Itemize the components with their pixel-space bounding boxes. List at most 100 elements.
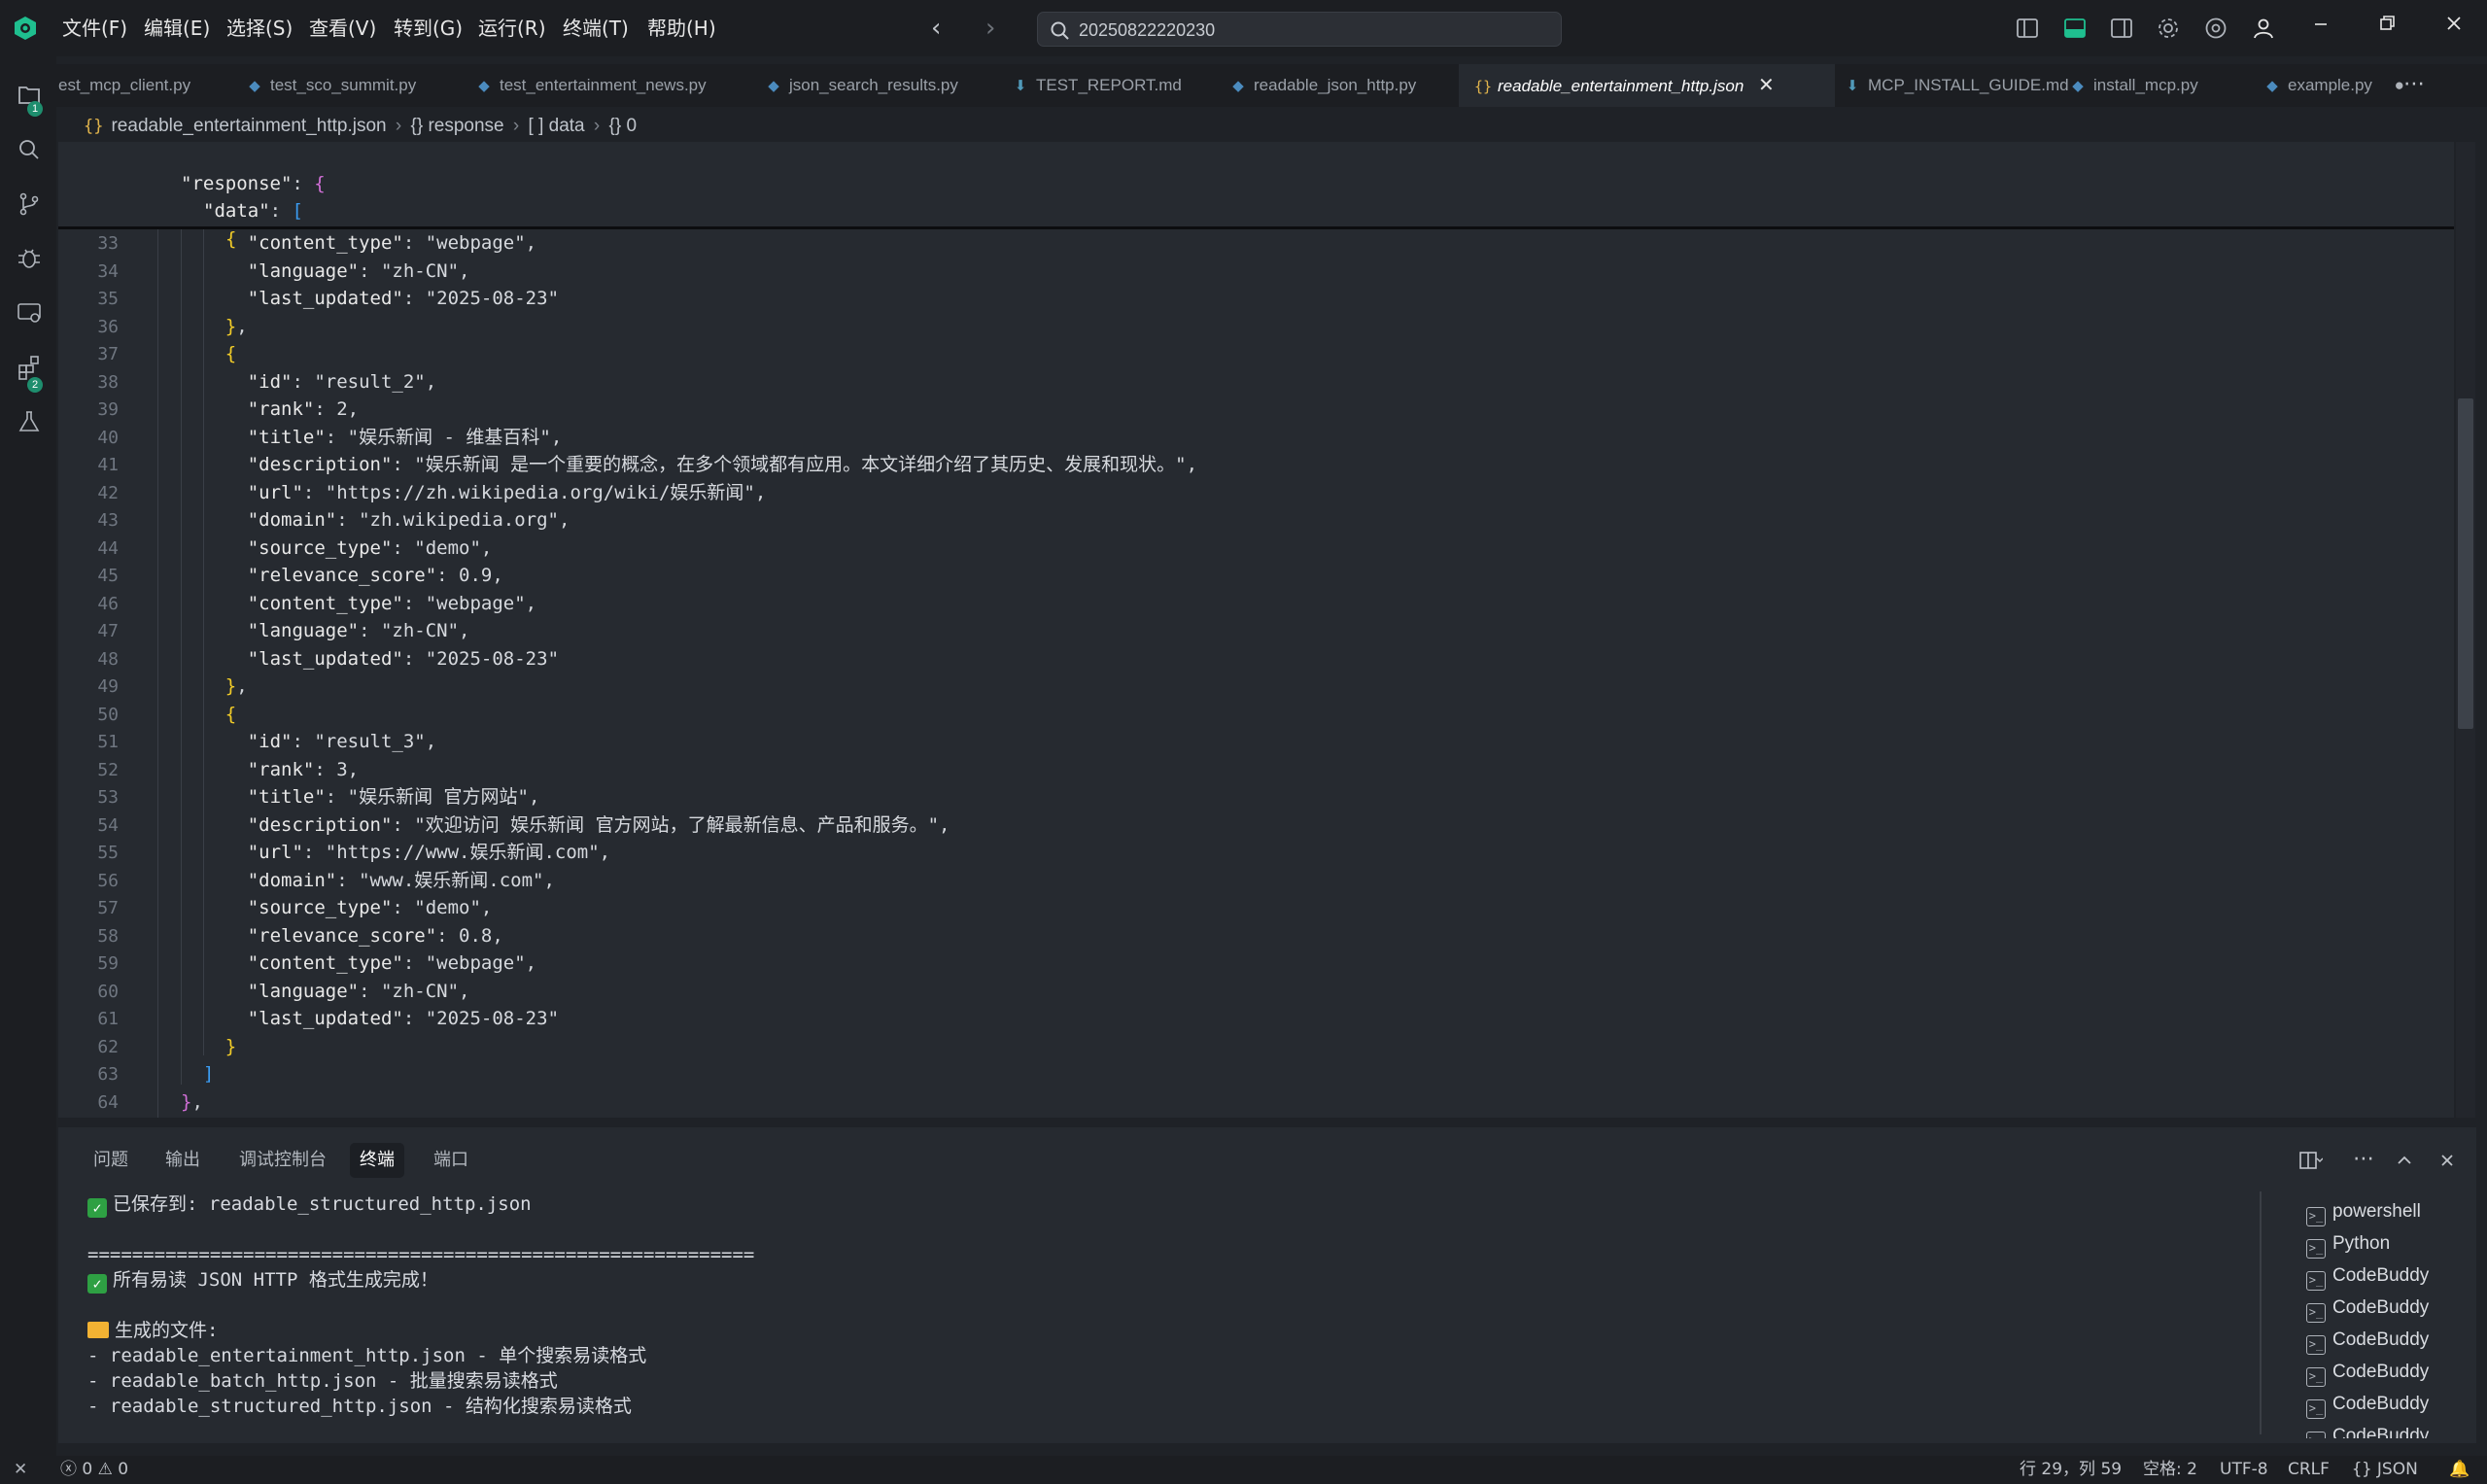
tab-test-report[interactable]: ⬇ TEST_REPORT.md <box>1013 64 1226 107</box>
close-window-icon[interactable] <box>2435 8 2473 41</box>
line-number: 46 <box>97 593 119 614</box>
error-count: 0 <box>82 1460 93 1479</box>
browser-icon[interactable] <box>2203 16 2228 41</box>
tab-mcp-install-guide[interactable]: ⬇ MCP_INSTALL_GUIDE.md <box>1845 64 2097 107</box>
terminal-instance[interactable]: >_ CodeBuddy <box>2306 1420 2429 1438</box>
panel-tab-ports[interactable]: 端口 <box>424 1143 478 1178</box>
maximize-panel-icon[interactable] <box>2391 1147 2418 1174</box>
close-tab-icon[interactable]: ✕ <box>1758 75 1775 96</box>
panel-tab-output[interactable]: 输出 <box>155 1143 210 1178</box>
code-line: 45 "relevance_score": 0.9, <box>58 562 2454 590</box>
code-text: "id": "result_2", <box>247 370 437 393</box>
panel-tab-terminal[interactable]: 终端 <box>350 1143 404 1178</box>
breadcrumb-file[interactable]: readable_entertainment_http.json <box>111 116 386 136</box>
run-debug-icon[interactable] <box>16 245 43 272</box>
breadcrumb-index[interactable]: 0 <box>627 116 638 136</box>
tab-readable-json-http[interactable]: ◆ readable_json_http.py <box>1230 64 1473 107</box>
split-terminal-icon[interactable] <box>2296 1147 2323 1174</box>
menu-help[interactable]: 帮助(H) <box>645 14 718 43</box>
breadcrumb-response[interactable]: response <box>428 116 503 136</box>
breadcrumb-data[interactable]: data <box>549 116 585 136</box>
menu-run[interactable]: 运行(R) <box>476 14 548 43</box>
breadcrumb-separator-icon: › <box>593 116 601 136</box>
code-line: 38 "id": "result_2", <box>58 368 2454 397</box>
line-number: 49 <box>97 676 119 697</box>
tab-install-mcp[interactable]: ◆ install_mcp.py <box>2070 64 2264 107</box>
markdown-file-icon: ⬇ <box>1846 78 1859 94</box>
terminal-instance[interactable]: >_ powershell <box>2306 1195 2421 1227</box>
menu-selection[interactable]: 选择(S) <box>225 14 294 43</box>
minimize-icon[interactable] <box>2301 8 2340 41</box>
toggle-primary-sidebar-icon[interactable] <box>2015 16 2040 41</box>
menu-goto[interactable]: 转到(G) <box>392 14 465 43</box>
tab-label: install_mcp.py <box>2093 76 2198 94</box>
terminal-line: 生成的文件: <box>87 1318 218 1343</box>
notifications-bell-icon[interactable]: 🔔 <box>2449 1456 2470 1484</box>
panel-tab-problems[interactable]: 问题 <box>84 1143 138 1178</box>
more-actions-icon[interactable]: ⋯ <box>2385 70 2443 99</box>
tab-readable-entertainment-http-json[interactable]: {} readable_entertainment_http.json ✕ <box>1459 64 1835 107</box>
menu-terminal[interactable]: 终端(T) <box>561 14 631 43</box>
indentation[interactable]: 空格: 2 <box>2143 1456 2197 1484</box>
code-text: "relevance_score": 0.8, <box>247 924 503 947</box>
testing-flask-icon[interactable] <box>16 408 43 435</box>
terminal-instance[interactable]: >_ CodeBuddy <box>2306 1260 2429 1292</box>
line-number: 41 <box>97 455 119 475</box>
extensions-icon[interactable] <box>16 354 43 381</box>
language-mode[interactable]: {} JSON <box>2352 1456 2418 1484</box>
search-view-icon[interactable] <box>16 136 43 163</box>
search-icon <box>1051 21 1069 40</box>
close-panel-icon[interactable] <box>2434 1147 2461 1174</box>
end-of-line[interactable]: CRLF <box>2288 1456 2330 1484</box>
encoding[interactable]: UTF-8 <box>2220 1456 2268 1484</box>
code-text: "content_type": "webpage", <box>247 592 537 614</box>
code-text: "content_type": "webpage", <box>247 232 537 254</box>
tab-test-sco-summit[interactable]: ◆ test_sco_summit.py <box>247 64 480 107</box>
nav-forward-icon[interactable]: › <box>985 14 995 43</box>
line-number: 45 <box>97 566 119 586</box>
line-number: 40 <box>97 427 119 448</box>
account-icon[interactable] <box>2251 16 2276 41</box>
cursor-position[interactable]: 行 29，列 59 <box>2020 1456 2122 1484</box>
menu-view[interactable]: 查看(V) <box>307 14 378 43</box>
settings-gear-icon[interactable] <box>2156 16 2181 41</box>
terminal-instance[interactable]: >_ Python <box>2306 1227 2390 1260</box>
editor-scrollbar-thumb[interactable] <box>2458 398 2473 729</box>
code-text: { <box>225 343 237 364</box>
line-number: 47 <box>97 621 119 641</box>
terminal-instance[interactable]: >_ CodeBuddy <box>2306 1292 2429 1324</box>
restore-icon[interactable] <box>2367 8 2406 41</box>
toggle-secondary-sidebar-icon[interactable] <box>2109 16 2134 41</box>
command-search-box[interactable]: 20250822220230 <box>1037 12 1562 47</box>
code-line: 40 "title": "娱乐新闻 - 维基百科", <box>58 424 2454 452</box>
code-line: 48 "last_updated": "2025-08-23" <box>58 645 2454 673</box>
terminal-output[interactable]: ✓ 已保存到: readable_structured_http.json ====… <box>87 1191 2313 1434</box>
menu-edit[interactable]: 编辑(E) <box>142 14 212 43</box>
check-mark-icon: ✓ <box>87 1198 107 1218</box>
code-text: "last_updated": "2025-08-23" <box>247 647 560 670</box>
terminal-instance-label: Python <box>2332 1233 2391 1254</box>
remote-indicator-icon[interactable]: ✕ <box>14 1456 27 1484</box>
toggle-panel-icon[interactable] <box>2062 16 2088 41</box>
terminal-scrollbar[interactable] <box>2260 1191 2262 1434</box>
terminal-instance[interactable]: >_ CodeBuddy <box>2306 1324 2429 1356</box>
terminal-instance-list: >_ powershell >_ Python >_ CodeBuddy >_ CodeBud… <box>2306 1195 2471 1438</box>
tab-json-search-results[interactable]: ◆ json_search_results.py <box>766 64 1019 107</box>
warning-icon: ⚠ <box>97 1460 113 1479</box>
code-line: 36}, <box>58 313 2454 341</box>
code-editor[interactable]: "response": { "data": [ { 33 "content_typ… <box>58 142 2454 1118</box>
problems-indicator[interactable]: ⓧ 0 ⚠ 0 <box>60 1456 128 1484</box>
panel-more-icon[interactable]: ⋯ <box>2350 1147 2377 1174</box>
menu-file[interactable]: 文件(F) <box>60 14 129 43</box>
tab-est-mcp-client[interactable]: est_mcp_client.py <box>58 64 253 107</box>
line-number: 42 <box>97 482 119 503</box>
tab-test-entertainment-news[interactable]: ◆ test_entertainment_news.py <box>476 64 768 107</box>
nav-back-icon[interactable]: ‹ <box>931 14 941 43</box>
terminal-instance[interactable]: >_ CodeBuddy <box>2306 1388 2429 1420</box>
terminal-instance-label: CodeBuddy <box>2332 1362 2430 1382</box>
remote-explorer-icon[interactable] <box>16 299 43 327</box>
panel-tab-debug-console[interactable]: 调试控制台 <box>229 1143 336 1178</box>
source-control-icon[interactable] <box>16 190 43 218</box>
code-line: 46 "content_type": "webpage", <box>58 590 2454 618</box>
terminal-instance[interactable]: >_ CodeBuddy <box>2306 1356 2429 1388</box>
